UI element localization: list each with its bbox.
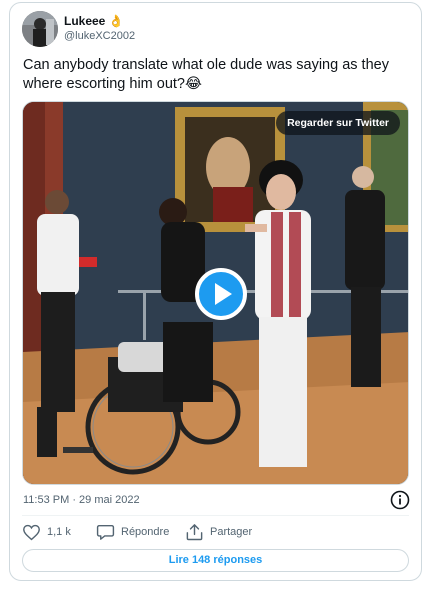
reply-button[interactable]: Répondre	[96, 521, 169, 543]
reply-label: Répondre	[121, 526, 170, 538]
display-name-text: Lukeee	[64, 14, 106, 28]
like-count: 1,1 k	[47, 526, 71, 538]
watch-on-twitter-button[interactable]: Regarder sur Twitter	[276, 111, 400, 135]
ok-hand-emoji-icon: 👌	[108, 14, 124, 28]
tweet-actions: 1,1 k Répondre Partager	[22, 521, 409, 545]
play-icon	[215, 283, 232, 305]
read-replies-button[interactable]: Lire 148 réponses	[22, 549, 409, 572]
play-button[interactable]	[195, 268, 247, 320]
like-button[interactable]: 1,1 k	[22, 521, 71, 543]
video-player[interactable]: Regarder sur Twitter	[22, 101, 409, 485]
tweet-header: Lukeee 👌 @lukeXC2002	[22, 11, 402, 51]
avatar[interactable]	[22, 11, 58, 47]
tweet-text: Can anybody translate what ole dude was …	[23, 57, 389, 92]
tweet-card: Lukeee 👌 @lukeXC2002 Can anybody transla…	[9, 2, 422, 581]
share-label: Partager	[210, 526, 253, 538]
author-handle[interactable]: @lukeXC2002	[64, 29, 135, 44]
share-button[interactable]: Partager	[185, 521, 252, 543]
reply-icon	[96, 524, 115, 540]
info-icon[interactable]	[390, 490, 410, 510]
author-display-name[interactable]: Lukeee 👌	[64, 13, 135, 29]
tweet-timestamp[interactable]: 11:53 PM · 29 mai 2022	[23, 494, 140, 506]
share-icon	[186, 524, 203, 541]
heart-icon	[23, 524, 40, 540]
divider	[22, 515, 409, 516]
author-names: Lukeee 👌 @lukeXC2002	[64, 13, 135, 44]
